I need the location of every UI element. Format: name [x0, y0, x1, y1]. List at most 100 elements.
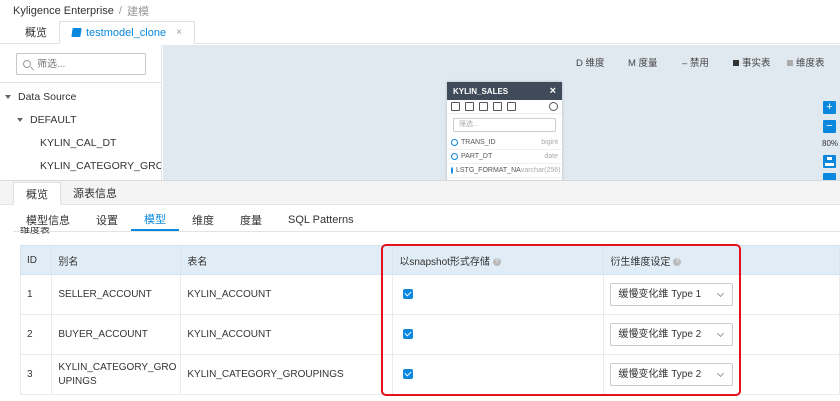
- column-header-alias: 别名: [51, 245, 182, 275]
- zoom-out-button[interactable]: −: [823, 120, 836, 133]
- tab-label: 概览: [25, 27, 47, 39]
- derived-dimension-select[interactable]: 缓慢变化维 Type 1: [610, 283, 734, 306]
- legend-label: 维度表: [796, 58, 825, 69]
- fact-square-icon: [733, 60, 739, 67]
- expand-icon[interactable]: [507, 102, 516, 111]
- subtab-dimensions[interactable]: 维度: [179, 209, 227, 231]
- cell-table: KYLIN_ACCOUNT: [180, 314, 394, 355]
- cell-alias: BUYER_ACCOUNT: [51, 314, 182, 355]
- subtab-settings[interactable]: 设置: [83, 209, 131, 231]
- tree-node-datasource[interactable]: Data Source: [5, 91, 76, 103]
- panel-subtabs: 模型信息 设置 模型 维度 度量 SQL Patterns: [13, 209, 367, 231]
- cell-id: 2: [19, 314, 53, 355]
- close-icon[interactable]: ×: [550, 85, 556, 97]
- column-header-table: 表名: [180, 245, 394, 275]
- column-row[interactable]: TRANS_ID bigint: [447, 136, 562, 150]
- chevron-down-icon: [717, 289, 725, 298]
- column-name: LSTG_FORMAT_NA: [456, 167, 521, 174]
- column-row[interactable]: LSTG_FORMAT_NA varchar(256): [447, 164, 562, 178]
- cell-table: KYLIN_ACCOUNT: [180, 274, 394, 315]
- breadcrumb-app[interactable]: Kyligence Enterprise: [13, 5, 114, 17]
- zoom-in-button[interactable]: +: [823, 101, 836, 114]
- cell-derived: 缓慢变化维 Type 2: [603, 354, 840, 395]
- model-cube-icon: [71, 28, 82, 37]
- breadcrumb-page: 建模: [126, 6, 149, 18]
- search-icon: [23, 60, 31, 68]
- column-header-snapshot: 以snapshot形式存储?: [392, 245, 605, 275]
- legend-label: 事实表: [742, 58, 771, 69]
- close-icon[interactable]: ×: [176, 27, 182, 38]
- tab-label: testmodel_clone: [86, 26, 167, 39]
- tree-node-default[interactable]: DEFAULT: [17, 114, 76, 126]
- cell-snapshot: [392, 274, 605, 315]
- divider: [13, 231, 840, 232]
- cell-id: 1: [19, 274, 53, 315]
- model-canvas[interactable]: D 维度 M 度量 – 禁用 事实表 维度表 + − 80% KYLIN_SAL…: [163, 45, 840, 180]
- chevron-down-icon: [717, 329, 725, 338]
- select-value: 缓慢变化维 Type 1: [618, 288, 702, 300]
- add-dimension-icon[interactable]: [451, 102, 460, 111]
- tree-node-table[interactable]: KYLIN_CAL_DT: [40, 137, 116, 149]
- column-icon: [451, 153, 458, 160]
- zoom-level: 80%: [822, 139, 839, 148]
- gear-icon[interactable]: [549, 102, 558, 111]
- editor-tabs: 概览 testmodel_clone ×: [0, 21, 840, 44]
- snapshot-checkbox[interactable]: [403, 328, 414, 339]
- legend-dim-table: 维度表: [787, 55, 825, 69]
- tree-node-label: DEFAULT: [30, 114, 77, 126]
- datasource-sidebar: Data Source DEFAULT KYLIN_CAL_DT KYLIN_C…: [0, 45, 162, 180]
- column-icon: [451, 139, 458, 146]
- auto-layout-icon[interactable]: [823, 155, 836, 168]
- caret-down-icon[interactable]: [17, 118, 23, 123]
- subtab-model[interactable]: 模型: [131, 209, 179, 231]
- table-card-title: KYLIN_SALES: [453, 86, 509, 96]
- dimension-table-grid: ID 别名 表名 以snapshot形式存储? 衍生维度设定? 1 SELLER…: [19, 245, 840, 395]
- column-name: TRANS_ID: [461, 139, 496, 146]
- legend-measure: M 度量: [628, 58, 658, 69]
- column-type: bigint: [541, 139, 558, 146]
- cell-derived: 缓慢变化维 Type 1: [603, 274, 840, 315]
- column-type: varchar(256): [520, 167, 561, 174]
- table-card-header[interactable]: KYLIN_SALES ×: [447, 82, 562, 100]
- fullscreen-icon[interactable]: [823, 173, 836, 180]
- column-type: date: [544, 153, 558, 160]
- dim-square-icon: [787, 60, 793, 67]
- tab-source-table-info[interactable]: 源表信息: [61, 182, 129, 204]
- subtab-sql-patterns[interactable]: SQL Patterns: [275, 209, 367, 231]
- tab-panel-overview[interactable]: 概览: [13, 182, 61, 205]
- table-row: 2 BUYER_ACCOUNT KYLIN_ACCOUNT 缓慢变化维 Type…: [19, 314, 840, 355]
- grid-icon[interactable]: [465, 102, 474, 111]
- sort-icon[interactable]: [493, 102, 502, 111]
- cell-snapshot: [392, 314, 605, 355]
- help-icon[interactable]: ?: [673, 257, 682, 266]
- table-card-toolbar: [447, 100, 562, 114]
- model-detail-panel: 概览 源表信息 模型信息 设置 模型 维度 度量 SQL Patterns 维度…: [0, 180, 840, 401]
- legend-fact-table: 事实表: [733, 55, 771, 69]
- snapshot-checkbox[interactable]: [403, 288, 414, 299]
- column-row[interactable]: PART_DT date: [447, 150, 562, 164]
- table-header-row: ID 别名 表名 以snapshot形式存储? 衍生维度设定?: [19, 245, 840, 275]
- table-card-filter[interactable]: 筛选...: [453, 118, 556, 132]
- tree-node-table[interactable]: KYLIN_CATEGORY_GROUPINGS: [40, 160, 161, 172]
- list-icon[interactable]: [479, 102, 488, 111]
- caret-down-icon[interactable]: [5, 95, 11, 100]
- derived-dimension-select[interactable]: 缓慢变化维 Type 2: [610, 363, 734, 386]
- cell-alias: SELLER_ACCOUNT: [51, 274, 182, 315]
- breadcrumb: Kyligence Enterprise / 建模: [0, 0, 840, 22]
- subtab-measures[interactable]: 度量: [227, 209, 275, 231]
- table-card-kylin-sales[interactable]: KYLIN_SALES × 筛选... TRANS_ID bigint PART…: [447, 82, 562, 180]
- divider: [0, 82, 161, 83]
- column-name: PART_DT: [461, 153, 493, 160]
- help-icon[interactable]: ?: [492, 257, 501, 266]
- table-row: 3 KYLIN_CATEGORY_GRO UPINGS KYLIN_CATEGO…: [19, 354, 840, 395]
- select-value: 缓慢变化维 Type 2: [618, 328, 702, 340]
- tab-overview[interactable]: 概览: [13, 21, 59, 43]
- legend-disabled: – 禁用: [682, 58, 709, 69]
- derived-dimension-select[interactable]: 缓慢变化维 Type 2: [610, 323, 734, 346]
- cell-derived: 缓慢变化维 Type 2: [603, 314, 840, 355]
- tree-node-label: Data Source: [18, 91, 77, 103]
- search-input[interactable]: [37, 58, 137, 70]
- snapshot-checkbox[interactable]: [403, 368, 414, 379]
- select-value: 缓慢变化维 Type 2: [618, 368, 702, 380]
- tab-testmodel-clone[interactable]: testmodel_clone ×: [59, 21, 195, 44]
